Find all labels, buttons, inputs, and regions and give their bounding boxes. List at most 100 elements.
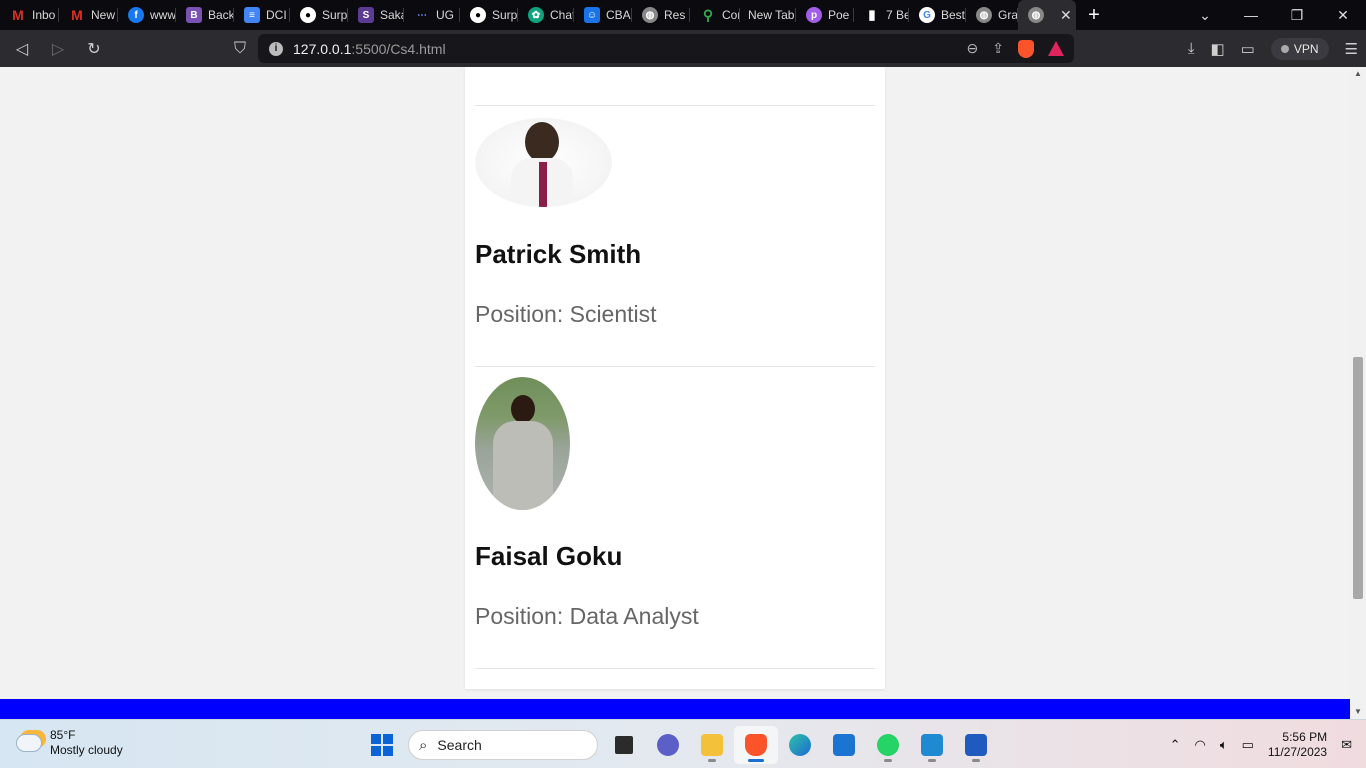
team-card: Patrick Smith Position: Scientist Faisal… [465,67,885,689]
system-clock[interactable]: 5:56 PM 11/27/2023 [1268,730,1327,760]
taskbar-whatsapp[interactable] [866,726,910,764]
edge-icon [789,734,811,756]
tab-res[interactable]: ◍ Res [632,0,690,30]
tab-new-tab[interactable]: New Tab [740,0,796,30]
weather-condition: Mostly cloudy [50,743,123,757]
sakai-icon: S [358,7,374,23]
sidebar-icon[interactable]: ◧ [1210,40,1224,58]
member-name: Patrick Smith [475,239,642,269]
folder-icon [701,734,723,756]
github-icon: ● [470,7,486,23]
vpn-button[interactable]: VPN [1270,37,1329,60]
chevron-down-icon[interactable]: ⌄ [1182,7,1228,24]
tab-gmail-new[interactable]: M New [59,0,118,30]
wallet-icon[interactable]: ▭ [1241,40,1255,58]
member-position: Position: Data Analyst [475,603,699,629]
globe-icon: ◍ [1028,7,1044,23]
footer-bar [0,699,1350,719]
tab-docs[interactable]: ≡ DCI [234,0,290,30]
weather-temperature: 85°F [50,728,76,742]
menu-icon[interactable]: ☰ [1345,40,1358,58]
ug-icon: ⋯ [417,9,427,21]
store-icon [833,734,855,756]
brave-shields-icon[interactable] [1018,39,1034,58]
search-icon: ⌕ [419,736,428,754]
tab-github-2[interactable]: ● Surp [460,0,518,30]
tab-active[interactable]: ◍ ✕ [1018,0,1076,30]
divider [475,668,875,669]
tab-sakai[interactable]: SSaka [348,0,404,30]
notification-icon[interactable]: ✉ [1341,737,1352,753]
taskbar-search[interactable]: ⌕ Search [408,730,598,760]
task-view-button[interactable] [602,726,646,764]
browser-tab-bar: MInbo MNew fwww BBack ≡DCI ●Surp SSaka ⋯… [0,0,1366,30]
chatgpt-icon: ✿ [528,7,544,23]
poe-icon: p [806,7,822,23]
download-icon[interactable]: ⤓ [1188,40,1195,57]
url-text[interactable]: 127.0.0.1:5500/Cs4.html [293,41,446,57]
chevron-up-icon[interactable]: ⌃ [1170,737,1181,753]
brave-icon [745,734,767,756]
close-tab-icon[interactable]: ✕ [1060,7,1072,24]
word-icon [965,734,987,756]
tab-7-best[interactable]: ▮ 7 Be [854,0,909,30]
forward-icon[interactable]: ▷ [42,33,74,65]
weather-widget[interactable]: 85°F Mostly cloudy [16,728,123,758]
address-bar[interactable]: i 127.0.0.1:5500/Cs4.html ⊖ ⇪ [258,34,1074,63]
minimize-icon[interactable]: — [1228,7,1274,23]
tab-poe[interactable]: p Poe [796,0,854,30]
back-icon[interactable]: ◁ [6,33,38,65]
taskbar-store[interactable] [822,726,866,764]
windows-icon [371,734,393,756]
suit-shape [493,421,553,510]
video-call-icon [657,734,679,756]
tab-ug[interactable]: ⋯ UG [404,0,460,30]
tab-gra[interactable]: ◍ Gra [966,0,1018,30]
battery-icon[interactable]: ▭ [1242,737,1254,753]
tab-facebook[interactable]: f www [118,0,176,30]
zoom-icon[interactable]: ⊖ [967,40,979,57]
page-viewport: Patrick Smith Position: Scientist Faisal… [0,67,1350,699]
maps-icon: ⚲ [702,6,714,23]
window-controls: ⌄ — ❐ ✕ [1182,0,1366,30]
face-shape [525,122,559,162]
vpn-status-icon [1280,44,1289,53]
close-window-icon[interactable]: ✕ [1320,7,1366,24]
task-view-icon [615,736,633,754]
taskbar-vscode[interactable] [910,726,954,764]
taskbar-file-explorer[interactable] [690,726,734,764]
windows-taskbar: 85°F Mostly cloudy ⌕ Search ⌃ ◠ 🔈︎ ▭ 5:5… [0,719,1366,768]
github-icon: ● [300,7,316,23]
tab-bootstrap[interactable]: B Back [176,0,234,30]
info-icon[interactable]: i [269,41,283,56]
taskbar-brave[interactable] [734,726,778,764]
vscode-icon [921,734,943,756]
tab-chatgpt[interactable]: ✿ Chat [518,0,574,30]
tab-github-1[interactable]: ● Surp [290,0,348,30]
google-icon: G [919,7,935,23]
page-scrollbar[interactable]: ▲ ▼ [1350,67,1366,719]
bookmark-icon[interactable]: ⛉ [224,33,256,65]
brave-rewards-icon[interactable] [1048,41,1064,56]
taskbar-edge[interactable] [778,726,822,764]
tab-gmail-inbox[interactable]: M Inbo [0,0,59,30]
browser-toolbar: ◁ ▷ ↻ ⛉ i 127.0.0.1:5500/Cs4.html ⊖ ⇪ ⤓ … [0,30,1366,67]
volume-icon[interactable]: 🔈︎ [1220,737,1228,753]
tab-cba[interactable]: ☺ CBA [574,0,632,30]
scroll-down-icon[interactable]: ▼ [1350,705,1366,719]
reload-icon[interactable]: ↻ [78,33,110,65]
wifi-icon[interactable]: ◠ [1194,737,1205,753]
globe-icon: ◍ [642,7,658,23]
share-icon[interactable]: ⇪ [992,40,1004,57]
scroll-thumb[interactable] [1353,357,1363,599]
scroll-up-icon[interactable]: ▲ [1350,67,1366,81]
start-button[interactable] [360,726,404,764]
taskbar-word[interactable] [954,726,998,764]
restore-icon[interactable]: ❐ [1274,7,1320,24]
new-tab-button[interactable]: + [1076,4,1112,27]
member-name: Faisal Goku [475,541,623,571]
tab-google-best[interactable]: G Best [909,0,966,30]
taskbar-meet[interactable] [646,726,690,764]
tab-maps[interactable]: ⚲Con [690,0,740,30]
document-icon: ▮ [868,7,876,22]
